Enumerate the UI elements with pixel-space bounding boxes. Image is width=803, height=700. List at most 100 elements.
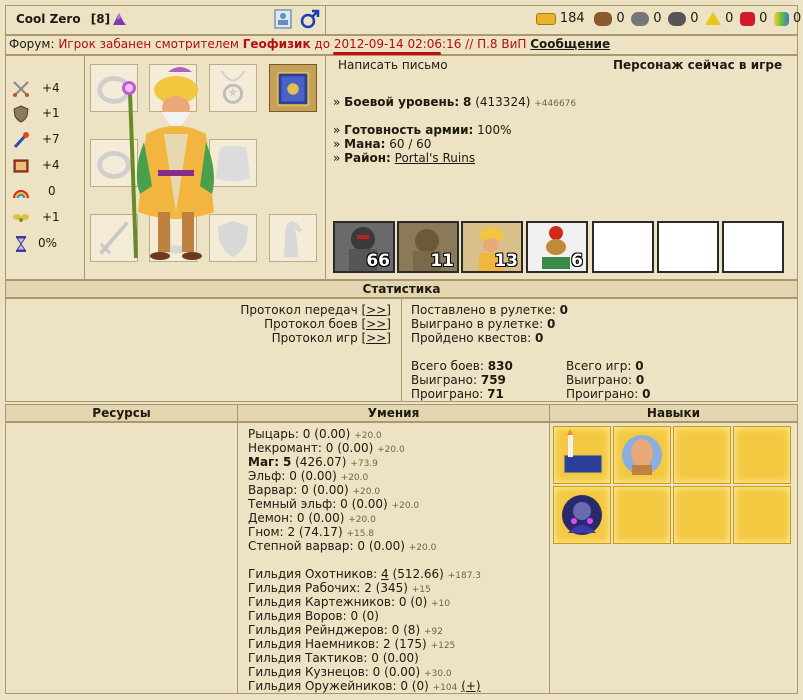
guild-points: (0.00): [382, 651, 419, 665]
army-slot-5[interactable]: [592, 221, 654, 273]
abilities-header: Навыки: [549, 404, 798, 422]
gems-icon: [774, 11, 790, 26]
army-slot-7[interactable]: [722, 221, 784, 273]
wings-icon: [13, 214, 29, 222]
stat-morale-value: +1: [42, 210, 60, 224]
guild-level: 0: [391, 623, 400, 637]
ban-moderator[interactable]: Геофизик: [243, 37, 311, 51]
army-count-3: 13: [494, 251, 518, 271]
guild-name: Гильдия Рабочих:: [248, 581, 361, 595]
quests-value: 0: [535, 331, 544, 345]
army-slot-2[interactable]: 11: [397, 221, 459, 273]
district-label: Район:: [344, 151, 391, 165]
army-slot-1[interactable]: 66: [333, 221, 395, 273]
roulette-bet-label: Поставлено в рулетке:: [411, 303, 556, 317]
spellbook-slot[interactable]: [269, 64, 317, 112]
ore-icon: [631, 11, 650, 26]
resources-header: Ресурсы: [5, 404, 238, 422]
stat-luck: 0: [12, 183, 72, 201]
stat-initiative: 0%: [12, 235, 72, 253]
top-bar-divider: [325, 5, 326, 35]
roulette-won-value: 0: [546, 317, 556, 331]
faction-next: +73.9: [350, 459, 378, 469]
faction-points: (0.00): [337, 441, 374, 455]
spellbook-icon: [13, 159, 29, 173]
ban-prefix: Форум:: [9, 37, 55, 51]
protocol-transfers-link[interactable]: [>>]: [362, 303, 391, 317]
protocol-transfers-label: Протокол передач: [240, 303, 358, 317]
faction-level: 5: [282, 455, 292, 469]
ban-line: Форум: Игрок забанен смотрителем Геофизи…: [9, 37, 610, 51]
perk-slot-monk[interactable]: [613, 426, 671, 484]
swords-icon: [13, 81, 29, 97]
stat-defense: +1: [12, 105, 72, 123]
perk-slot-spellbook[interactable]: [553, 426, 611, 484]
army-ready-label: Готовность армии:: [344, 123, 474, 137]
stat-knowledge: +4: [12, 157, 72, 175]
faction-points: (0.00): [308, 511, 345, 525]
guild-points: (0): [411, 679, 429, 693]
faction-next: +20.0: [348, 515, 376, 525]
abilities-divider: [549, 422, 550, 694]
protocol-transfers: Протокол передач [>>]: [240, 303, 391, 317]
army-count-2: 11: [430, 251, 454, 271]
perk-slot-empty-2[interactable]: [733, 426, 791, 484]
battles-lost-value: 71: [487, 387, 504, 401]
mount-slot[interactable]: [269, 214, 317, 262]
guild-name: Гильдия Кузнецов:: [248, 665, 369, 679]
battles-lost-row: Проиграно: 71: [411, 387, 504, 401]
crystal-count: 0: [759, 11, 768, 26]
perk-slot-empty-4[interactable]: [673, 486, 731, 544]
top-resources: 184 0 0 0 0 0 0: [536, 11, 801, 29]
online-status: Персонаж сейчас в игре: [613, 58, 783, 72]
character-portrait: [122, 67, 214, 260]
army-slot-3[interactable]: 13: [461, 221, 523, 273]
guild-level-link[interactable]: 4: [381, 567, 389, 581]
guild-expand-link[interactable]: (+): [461, 679, 480, 693]
faction-next: +20.0: [377, 445, 405, 455]
games-lost-row: Проиграно: 0: [566, 387, 650, 401]
guild-row: Гильдия Оружейников: 0 (0) +104 (+): [248, 679, 481, 695]
faction-level: 2: [287, 525, 296, 539]
army-slot-6[interactable]: [657, 221, 719, 273]
faction-points: (0.00): [368, 539, 405, 553]
mana-row: » Мана: 60 / 60: [333, 137, 431, 151]
faction-points: (0.00): [300, 469, 337, 483]
player-level: [8]: [90, 12, 111, 26]
guild-points: (512.66): [392, 567, 444, 581]
faction-name: Рыцарь:: [248, 427, 299, 441]
faction-next: +20.0: [408, 543, 437, 553]
bullet-icon: »: [333, 95, 341, 109]
guild-points: (0.00): [384, 665, 421, 679]
guild-points: (0): [361, 609, 379, 623]
protocol-battles-link[interactable]: [>>]: [362, 317, 391, 331]
sulfur-icon: [705, 12, 722, 25]
perk-slot-sorcerer[interactable]: [553, 486, 611, 544]
battles-total-row: Всего боев: 830: [411, 359, 513, 373]
faction-points: (0.00): [351, 497, 388, 511]
resources-divider: [237, 422, 238, 694]
games-total-label: Всего игр:: [566, 359, 632, 373]
perk-slot-empty-1[interactable]: [673, 426, 731, 484]
perk-slot-empty-3[interactable]: [613, 486, 671, 544]
faction-name: Маг:: [248, 455, 280, 469]
games-won-row: Выиграно: 0: [566, 373, 644, 387]
portrait-card-icon[interactable]: [274, 9, 292, 29]
faction-next: +20.0: [354, 431, 382, 441]
faction-points: (0.00): [312, 483, 349, 497]
guild-level: 0: [371, 651, 379, 665]
protocol-games-link[interactable]: [>>]: [362, 331, 391, 345]
district-link[interactable]: Portal's Ruins: [395, 151, 475, 165]
gold-count: 184: [559, 11, 585, 26]
ban-message-link[interactable]: Сообщение: [530, 37, 610, 51]
guild-name: Гильдия Воров:: [248, 609, 347, 623]
bullet-icon: »: [333, 137, 341, 151]
guild-name: Гильдия Тактиков:: [248, 651, 368, 665]
roulette-bet-row: Поставлено в рулетке: 0: [411, 303, 568, 317]
battles-won-label: Выиграно:: [411, 373, 478, 387]
army-slot-4[interactable]: 6: [526, 221, 588, 273]
stat-luck-value: 0: [48, 184, 56, 198]
perk-slot-empty-5[interactable]: [733, 486, 791, 544]
quests-row: Пройдено квестов: 0: [411, 331, 543, 345]
write-letter-link[interactable]: Написать письмо: [338, 58, 448, 72]
